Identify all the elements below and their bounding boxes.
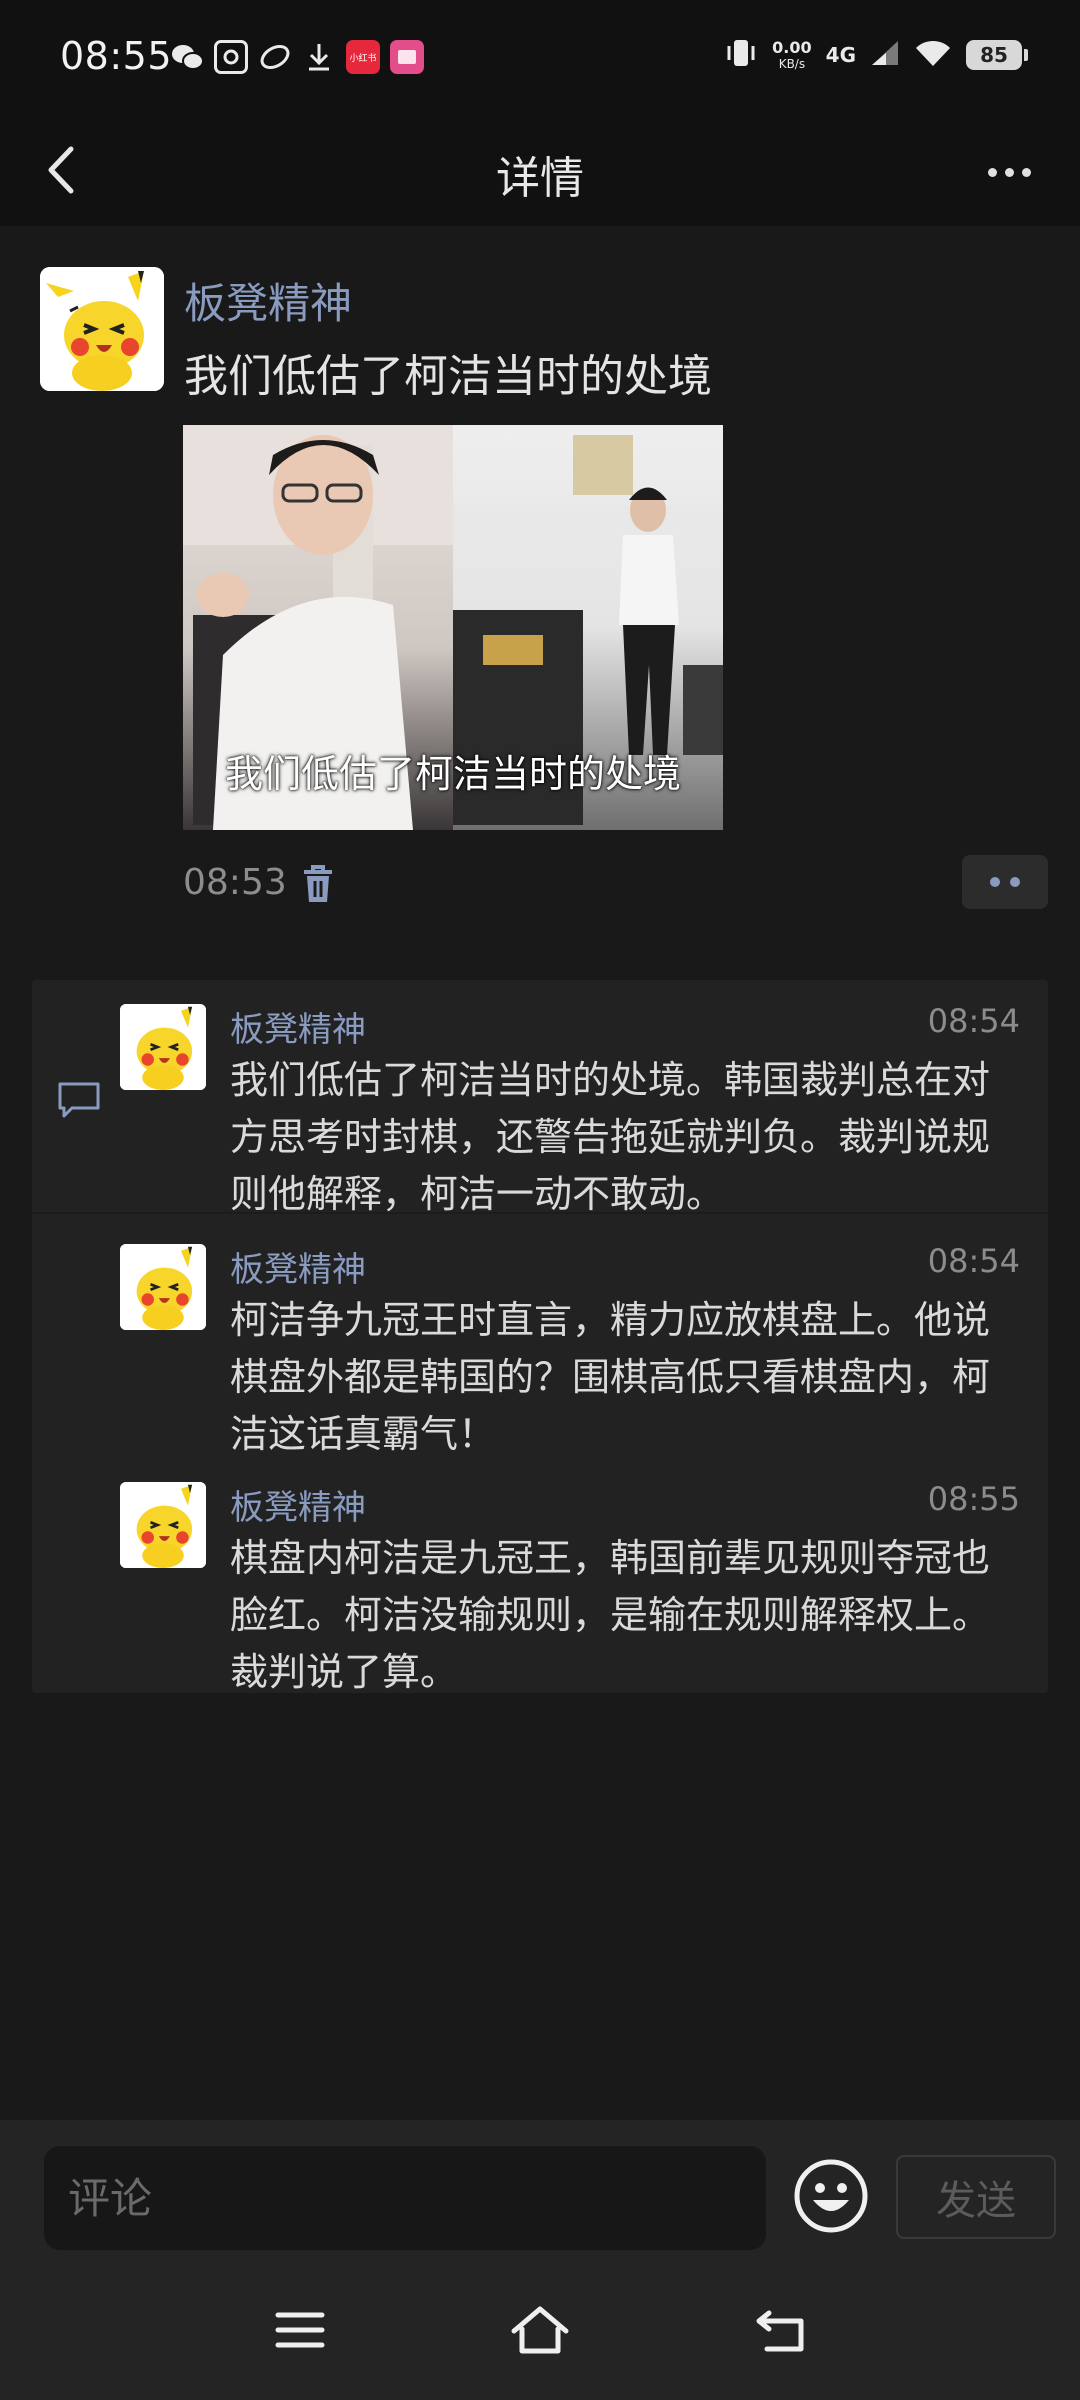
pikachu-avatar-icon bbox=[120, 1482, 206, 1568]
header: 详情 bbox=[0, 118, 1080, 226]
shop-app-icon bbox=[390, 40, 424, 74]
pikachu-avatar-icon bbox=[120, 1244, 206, 1330]
action-dot-icon bbox=[1010, 877, 1020, 887]
comment-avatar[interactable] bbox=[120, 1244, 206, 1330]
net-speed-unit: KB/s bbox=[778, 57, 806, 71]
wechat-icon bbox=[170, 40, 204, 74]
comment-text: 柯洁争九冠王时直言，精力应放棋盘上。他说棋盘外都是韩国的？围棋高低只看棋盘内，柯… bbox=[230, 1298, 991, 1456]
comment-item: 板凳精神 08:54 我们低估了柯洁当时的处境。韩国裁判总在对方思考时封棋，还警… bbox=[120, 1002, 1020, 1216]
qr-app-icon bbox=[214, 40, 248, 74]
comment-author[interactable]: 板凳精神 bbox=[230, 1480, 366, 1529]
download-icon bbox=[302, 40, 336, 74]
home-icon bbox=[511, 2306, 569, 2354]
more-dot-icon bbox=[1021, 167, 1031, 177]
comment-text: 棋盘内柯洁是九冠王，韩国前辈见规则夺冠也脸红。柯洁没输规则，是输在规则解释权上。… bbox=[230, 1536, 991, 1694]
post-author-avatar[interactable] bbox=[40, 267, 164, 391]
comment-text: 我们低估了柯洁当时的处境。韩国裁判总在对方思考时封棋，还警告拖延就判负。裁判说规… bbox=[230, 1058, 991, 1216]
action-dot-icon bbox=[990, 877, 1000, 887]
post-text: 我们低估了柯洁当时的处境 bbox=[184, 351, 712, 402]
post-video-thumbnail[interactable]: 我们低估了柯洁当时的处境 bbox=[183, 425, 723, 830]
more-options-button[interactable] bbox=[974, 144, 1044, 200]
video-caption: 我们低估了柯洁当时的处境 bbox=[224, 752, 681, 796]
status-right: 0.00 KB/s 4G 85 bbox=[724, 36, 1028, 74]
pikachu-avatar-icon bbox=[40, 267, 164, 391]
wifi-icon bbox=[914, 38, 952, 72]
more-dot-icon bbox=[1004, 167, 1014, 177]
page-title: 详情 bbox=[496, 153, 584, 204]
back-nav-button[interactable] bbox=[748, 2300, 812, 2360]
post-time: 08:53 bbox=[183, 862, 287, 903]
comment-author[interactable]: 板凳精神 bbox=[230, 1002, 366, 1051]
return-icon bbox=[756, 2310, 804, 2352]
vibrate-icon bbox=[724, 36, 758, 74]
trash-icon bbox=[304, 865, 332, 902]
emoji-button[interactable] bbox=[793, 2158, 869, 2234]
comment-icon bbox=[58, 1082, 100, 1118]
menu-nav-button[interactable] bbox=[268, 2300, 332, 2360]
comment-item: 板凳精神 08:54 柯洁争九冠王时直言，精力应放棋盘上。他说棋盘外都是韩国的？… bbox=[120, 1242, 1020, 1456]
net-speed: 0.00 KB/s bbox=[772, 38, 812, 71]
send-button[interactable]: 发送 bbox=[896, 2155, 1056, 2239]
comment-time: 08:55 bbox=[927, 1480, 1020, 1518]
comments-panel: 板凳精神 08:54 我们低估了柯洁当时的处境。韩国裁判总在对方思考时封棋，还警… bbox=[32, 980, 1048, 1694]
comment-avatar[interactable] bbox=[120, 1482, 206, 1568]
menu-icon bbox=[275, 2312, 325, 2348]
more-dot-icon bbox=[987, 167, 997, 177]
comment-time: 08:54 bbox=[927, 1002, 1020, 1040]
comment-item: 板凳精神 08:55 棋盘内柯洁是九冠王，韩国前辈见规则夺冠也脸红。柯洁没输规则… bbox=[120, 1480, 1020, 1694]
comment-input-bar: 发送 bbox=[0, 2120, 1080, 2260]
xiaohongshu-icon: 小红书 bbox=[346, 40, 380, 74]
comment-time: 08:54 bbox=[927, 1242, 1020, 1280]
xiaohongshu-label: 小红书 bbox=[349, 52, 376, 64]
status-app-icons: 小红书 bbox=[170, 40, 424, 74]
status-time: 08:55 bbox=[60, 34, 173, 78]
signal-icon bbox=[870, 39, 900, 71]
home-nav-button[interactable] bbox=[508, 2300, 572, 2360]
network-type: 4G bbox=[825, 43, 856, 67]
comment-author[interactable]: 板凳精神 bbox=[230, 1242, 366, 1291]
comment-avatar[interactable] bbox=[120, 1004, 206, 1090]
like-comment-button[interactable] bbox=[962, 855, 1048, 909]
battery-indicator: 85 bbox=[966, 40, 1028, 70]
status-bar: 08:55 小红书 0.00 KB/s 4G 85 bbox=[0, 0, 1080, 118]
pikachu-avatar-icon bbox=[120, 1004, 206, 1090]
smiley-icon bbox=[794, 2159, 868, 2233]
delete-button[interactable] bbox=[298, 862, 338, 906]
link-app-icon bbox=[258, 40, 292, 74]
system-nav-bar bbox=[0, 2260, 1080, 2400]
net-speed-value: 0.00 bbox=[772, 38, 812, 57]
post-author-name[interactable]: 板凳精神 bbox=[184, 270, 352, 331]
comment-input[interactable] bbox=[44, 2146, 766, 2250]
